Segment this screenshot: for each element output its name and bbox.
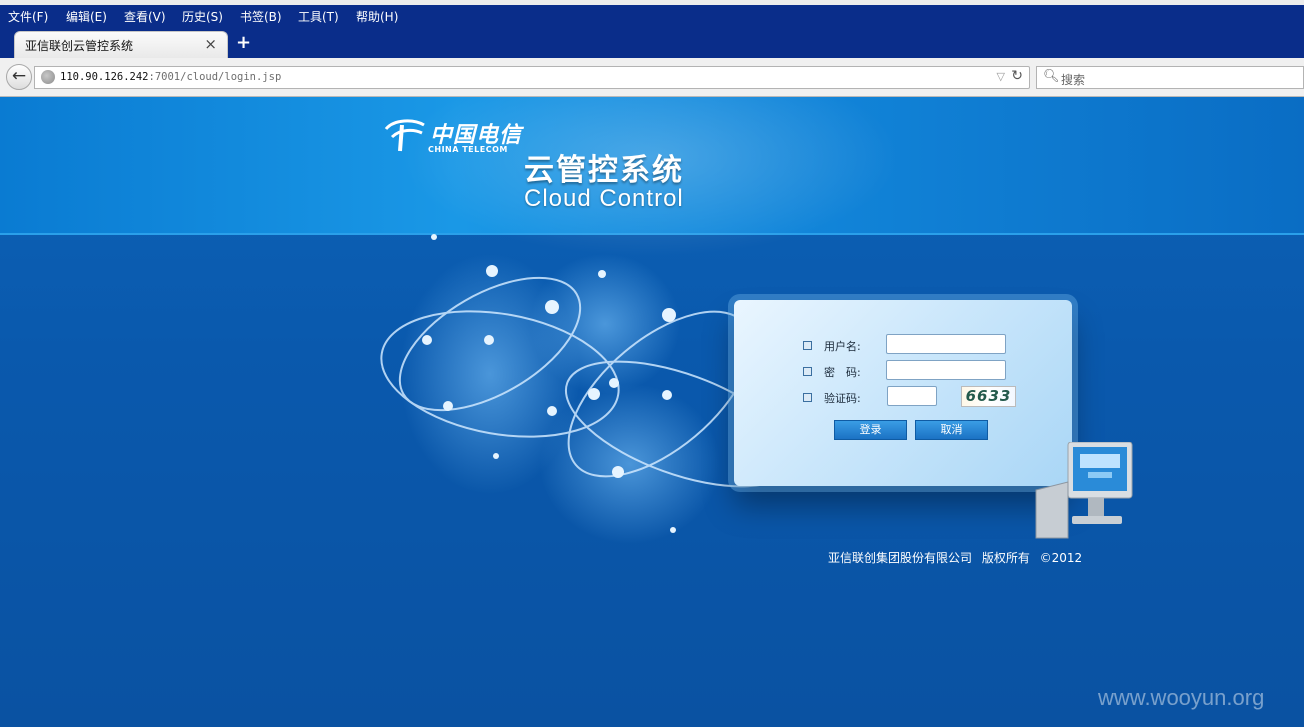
search-placeholder: 搜索	[1061, 73, 1086, 87]
glow-bubble	[540, 384, 720, 544]
menu-bookmarks[interactable]: 书签(B)	[240, 8, 282, 25]
search-icon: 🔍︎	[1043, 69, 1060, 84]
back-button[interactable]: ←	[6, 64, 32, 90]
menu-edit[interactable]: 编辑(E)	[66, 8, 107, 25]
menu-bar: 文件(F) 编辑(E) 查看(V) 历史(S) 书签(B) 工具(T) 帮助(H…	[0, 5, 1304, 27]
page-content: 中国电信 CHINA TELECOM 云管控系统 Cloud Control 用…	[0, 97, 1304, 727]
bullet-icon	[803, 393, 812, 402]
browser-tab[interactable]: 亚信联创云管控系统 ×	[14, 31, 228, 58]
url-path: :7001/cloud/login.jsp	[148, 71, 282, 83]
menu-view[interactable]: 查看(V)	[124, 8, 166, 25]
captcha-label: 验证码:	[824, 392, 861, 405]
orbit-node	[493, 453, 499, 459]
orbit-node	[670, 527, 676, 533]
address-bar[interactable]: 110.90.126.242:7001/cloud/login.jsp ▽ ↻	[34, 66, 1030, 89]
orbit-node	[443, 401, 453, 411]
bullet-icon	[803, 341, 812, 350]
url-text: 110.90.126.242:7001/cloud/login.jsp	[60, 71, 281, 83]
password-input[interactable]	[886, 360, 1006, 380]
captcha-input[interactable]	[887, 386, 937, 406]
history-dropdown-icon[interactable]: ▽	[997, 70, 1005, 83]
back-arrow-icon: ←	[11, 66, 27, 86]
system-title: 云管控系统	[524, 153, 684, 188]
username-input[interactable]	[886, 334, 1006, 354]
orbit-node	[545, 300, 559, 314]
url-host: 110.90.126.242	[60, 71, 149, 83]
orbit-node	[486, 265, 498, 277]
menu-file[interactable]: 文件(F)	[8, 8, 48, 25]
orbit-node	[422, 335, 432, 345]
orbit-node	[598, 270, 606, 278]
password-label: 密 码:	[824, 366, 861, 379]
system-subtitle: Cloud Control	[524, 185, 684, 212]
reload-icon[interactable]: ↻	[1011, 68, 1023, 84]
orbit-node	[612, 466, 624, 478]
search-bar[interactable]: 🔍︎ 搜索	[1036, 66, 1304, 89]
logo-english-text: CHINA TELECOM	[428, 145, 508, 154]
watermark-text: www.wooyun.org	[1098, 685, 1265, 710]
orbit-node	[609, 378, 619, 388]
orbit-node	[484, 335, 494, 345]
captcha-image[interactable]: 6633	[961, 386, 1016, 407]
cancel-button[interactable]: 取消	[915, 420, 988, 440]
menu-history[interactable]: 历史(S)	[182, 8, 223, 25]
login-panel: 用户名: 密 码: 验证码: 6633 登录 取消	[734, 300, 1072, 486]
username-label: 用户名:	[824, 340, 861, 353]
orbit-node	[662, 308, 676, 322]
orbit-node	[662, 390, 672, 400]
orbit-node	[588, 388, 600, 400]
login-button[interactable]: 登录	[834, 420, 907, 440]
menu-tools[interactable]: 工具(T)	[298, 8, 339, 25]
close-icon[interactable]: ×	[204, 35, 217, 53]
china-telecom-logo-icon	[384, 119, 425, 152]
copyright-text: 亚信联创集团股份有限公司 版权所有 ©2012	[828, 551, 1083, 565]
tab-strip: 亚信联创云管控系统 × +	[0, 27, 1304, 58]
menu-help[interactable]: 帮助(H)	[356, 8, 398, 25]
tab-title: 亚信联创云管控系统	[25, 39, 134, 53]
orbit-node	[547, 406, 557, 416]
bullet-icon	[803, 367, 812, 376]
navigation-toolbar: ← 110.90.126.242:7001/cloud/login.jsp ▽ …	[0, 58, 1304, 97]
monitor-icon	[1035, 442, 1133, 539]
new-tab-button[interactable]: +	[236, 32, 251, 53]
globe-icon	[41, 70, 55, 84]
orbit-node	[431, 234, 437, 240]
